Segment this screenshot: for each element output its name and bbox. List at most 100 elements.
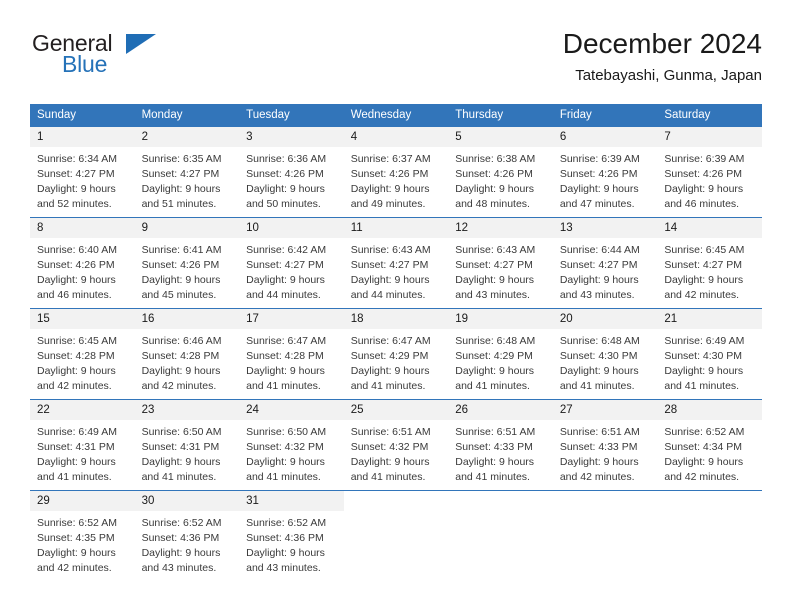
calendar-day-cell[interactable]: 14 Sunrise: 6:45 AM Sunset: 4:27 PM Dayl… <box>657 217 762 309</box>
calendar-day-cell-empty <box>657 490 762 581</box>
sunset-text: Sunset: 4:35 PM <box>37 531 115 544</box>
day-number: 29 <box>30 491 135 511</box>
day-details: Sunrise: 6:40 AM Sunset: 4:26 PM Dayligh… <box>30 238 135 303</box>
day-details: Sunrise: 6:52 AM Sunset: 4:36 PM Dayligh… <box>135 511 240 576</box>
sunrise-text: Sunrise: 6:44 AM <box>559 244 640 256</box>
daylight-text-line1: Daylight: 9 hours <box>141 364 221 377</box>
sunrise-text: Sunrise: 6:51 AM <box>455 426 536 438</box>
day-details: Sunrise: 6:42 AM Sunset: 4:27 PM Dayligh… <box>239 238 344 303</box>
sunrise-text: Sunrise: 6:47 AM <box>350 335 431 347</box>
calendar-day-cell[interactable]: 27 Sunrise: 6:51 AM Sunset: 4:33 PM Dayl… <box>552 399 658 491</box>
calendar-day-cell[interactable]: 19 Sunrise: 6:48 AM Sunset: 4:29 PM Dayl… <box>448 308 553 400</box>
daylight-text-line1: Daylight: 9 hours <box>350 182 430 195</box>
sunrise-text: Sunrise: 6:40 AM <box>37 244 117 256</box>
day-number: 3 <box>239 127 344 147</box>
sunset-text: Sunset: 4:33 PM <box>559 440 638 453</box>
day-details: Sunrise: 6:45 AM Sunset: 4:28 PM Dayligh… <box>30 329 135 394</box>
sunrise-text: Sunrise: 6:45 AM <box>37 335 117 347</box>
calendar-day-cell[interactable]: 10 Sunrise: 6:42 AM Sunset: 4:27 PM Dayl… <box>239 217 344 309</box>
daylight-text-line2: and 43 minutes. <box>455 288 530 301</box>
title-block: December 2024 Tatebayashi, Gunma, Japan <box>563 28 762 84</box>
sunset-text: Sunset: 4:27 PM <box>37 167 115 180</box>
day-details: Sunrise: 6:45 AM Sunset: 4:27 PM Dayligh… <box>657 238 762 303</box>
sunset-text: Sunset: 4:27 PM <box>141 167 220 180</box>
sunrise-text: Sunrise: 6:50 AM <box>141 426 222 438</box>
daylight-text-line2: and 42 minutes. <box>37 561 112 574</box>
day-number: 25 <box>343 400 449 420</box>
calendar-day-cell[interactable]: 25 Sunrise: 6:51 AM Sunset: 4:32 PM Dayl… <box>343 399 449 491</box>
calendar-day-cell[interactable]: 2 Sunrise: 6:35 AM Sunset: 4:27 PM Dayli… <box>134 126 240 218</box>
day-details: Sunrise: 6:48 AM Sunset: 4:29 PM Dayligh… <box>448 329 553 394</box>
calendar-day-cell[interactable]: 29 Sunrise: 6:52 AM Sunset: 4:35 PM Dayl… <box>30 490 135 581</box>
calendar-day-cell[interactable]: 5 Sunrise: 6:38 AM Sunset: 4:26 PM Dayli… <box>448 126 553 218</box>
day-details: Sunrise: 6:52 AM Sunset: 4:35 PM Dayligh… <box>30 511 135 576</box>
calendar-week-row: 1 Sunrise: 6:34 AM Sunset: 4:27 PM Dayli… <box>30 126 762 218</box>
calendar-day-cell[interactable]: 30 Sunrise: 6:52 AM Sunset: 4:36 PM Dayl… <box>134 490 240 581</box>
daylight-text-line1: Daylight: 9 hours <box>559 364 639 377</box>
triangle-logo-icon <box>126 34 156 54</box>
day-number: 22 <box>30 400 135 420</box>
weekday-header-tuesday: Tuesday <box>239 104 344 127</box>
calendar-day-cell[interactable]: 4 Sunrise: 6:37 AM Sunset: 4:26 PM Dayli… <box>343 126 449 218</box>
daylight-text-line1: Daylight: 9 hours <box>350 455 430 468</box>
day-details: Sunrise: 6:50 AM Sunset: 4:31 PM Dayligh… <box>135 420 240 485</box>
sunset-text: Sunset: 4:31 PM <box>37 440 115 453</box>
calendar-day-cell[interactable]: 20 Sunrise: 6:48 AM Sunset: 4:30 PM Dayl… <box>552 308 658 400</box>
calendar-day-cell[interactable]: 22 Sunrise: 6:49 AM Sunset: 4:31 PM Dayl… <box>30 399 135 491</box>
daylight-text-line1: Daylight: 9 hours <box>37 182 116 195</box>
daylight-text-line2: and 42 minutes. <box>37 379 112 392</box>
day-number: 18 <box>343 309 449 329</box>
calendar-day-cell[interactable]: 1 Sunrise: 6:34 AM Sunset: 4:27 PM Dayli… <box>30 126 135 218</box>
day-number <box>343 491 449 511</box>
calendar-day-cell[interactable]: 17 Sunrise: 6:47 AM Sunset: 4:28 PM Dayl… <box>239 308 344 400</box>
calendar-day-cell[interactable]: 11 Sunrise: 6:43 AM Sunset: 4:27 PM Dayl… <box>343 217 449 309</box>
sunrise-text: Sunrise: 6:39 AM <box>559 153 640 165</box>
daylight-text-line2: and 45 minutes. <box>141 288 217 301</box>
sunrise-text: Sunrise: 6:49 AM <box>37 426 117 438</box>
calendar-day-cell[interactable]: 24 Sunrise: 6:50 AM Sunset: 4:32 PM Dayl… <box>239 399 344 491</box>
calendar-day-cell[interactable]: 13 Sunrise: 6:44 AM Sunset: 4:27 PM Dayl… <box>552 217 658 309</box>
daylight-text-line2: and 47 minutes. <box>559 197 635 210</box>
sunset-text: Sunset: 4:26 PM <box>350 167 429 180</box>
calendar-day-cell[interactable]: 21 Sunrise: 6:49 AM Sunset: 4:30 PM Dayl… <box>657 308 762 400</box>
sunrise-text: Sunrise: 6:52 AM <box>37 517 117 529</box>
calendar-day-cell[interactable]: 6 Sunrise: 6:39 AM Sunset: 4:26 PM Dayli… <box>552 126 658 218</box>
calendar-week-row: 29 Sunrise: 6:52 AM Sunset: 4:35 PM Dayl… <box>30 490 762 581</box>
day-number: 27 <box>552 400 658 420</box>
calendar-day-cell[interactable]: 12 Sunrise: 6:43 AM Sunset: 4:27 PM Dayl… <box>448 217 553 309</box>
daylight-text-line1: Daylight: 9 hours <box>664 182 744 195</box>
calendar-day-cell[interactable]: 16 Sunrise: 6:46 AM Sunset: 4:28 PM Dayl… <box>134 308 240 400</box>
weekday-header-saturday: Saturday <box>657 104 762 127</box>
daylight-text-line2: and 42 minutes. <box>664 288 740 301</box>
calendar-day-cell[interactable]: 23 Sunrise: 6:50 AM Sunset: 4:31 PM Dayl… <box>134 399 240 491</box>
daylight-text-line1: Daylight: 9 hours <box>246 273 325 286</box>
sunrise-text: Sunrise: 6:38 AM <box>455 153 536 165</box>
day-details: Sunrise: 6:51 AM Sunset: 4:32 PM Dayligh… <box>344 420 449 485</box>
brand-logo[interactable]: General Blue <box>30 32 210 88</box>
page-title: December 2024 <box>562 28 762 59</box>
calendar-day-cell[interactable]: 7 Sunrise: 6:39 AM Sunset: 4:26 PM Dayli… <box>657 126 762 218</box>
weekday-header-wednesday: Wednesday <box>343 104 449 127</box>
calendar-day-cell[interactable]: 26 Sunrise: 6:51 AM Sunset: 4:33 PM Dayl… <box>448 399 553 491</box>
daylight-text-line2: and 41 minutes. <box>455 379 530 392</box>
daylight-text-line1: Daylight: 9 hours <box>559 455 639 468</box>
calendar-day-cell[interactable]: 31 Sunrise: 6:52 AM Sunset: 4:36 PM Dayl… <box>239 490 344 581</box>
calendar-day-cell[interactable]: 18 Sunrise: 6:47 AM Sunset: 4:29 PM Dayl… <box>343 308 449 400</box>
sunset-text: Sunset: 4:26 PM <box>455 167 533 180</box>
day-number: 12 <box>448 218 553 238</box>
daylight-text-line2: and 41 minutes. <box>246 379 321 392</box>
calendar-day-cell[interactable]: 3 Sunrise: 6:36 AM Sunset: 4:26 PM Dayli… <box>239 126 344 218</box>
weekday-header-sunday: Sunday <box>30 104 135 127</box>
calendar-day-cell[interactable]: 28 Sunrise: 6:52 AM Sunset: 4:34 PM Dayl… <box>657 399 762 491</box>
calendar-table: Sunday Monday Tuesday Wednesday Thursday… <box>30 104 762 581</box>
calendar-day-cell[interactable]: 8 Sunrise: 6:40 AM Sunset: 4:26 PM Dayli… <box>30 217 135 309</box>
sunrise-text: Sunrise: 6:49 AM <box>664 335 745 347</box>
calendar-day-cell[interactable]: 15 Sunrise: 6:45 AM Sunset: 4:28 PM Dayl… <box>30 308 135 400</box>
daylight-text-line1: Daylight: 9 hours <box>455 273 535 286</box>
day-details: Sunrise: 6:43 AM Sunset: 4:27 PM Dayligh… <box>344 238 449 303</box>
daylight-text-line2: and 44 minutes. <box>246 288 321 301</box>
day-details: Sunrise: 6:49 AM Sunset: 4:30 PM Dayligh… <box>657 329 762 394</box>
day-details: Sunrise: 6:34 AM Sunset: 4:27 PM Dayligh… <box>30 147 135 212</box>
calendar-day-cell[interactable]: 9 Sunrise: 6:41 AM Sunset: 4:26 PM Dayli… <box>134 217 240 309</box>
day-details: Sunrise: 6:48 AM Sunset: 4:30 PM Dayligh… <box>553 329 658 394</box>
